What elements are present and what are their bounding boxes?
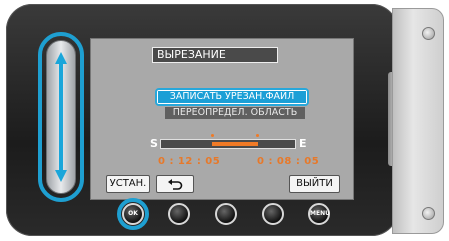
arrow-up-icon bbox=[55, 52, 67, 64]
trim-selection bbox=[212, 142, 258, 146]
exit-button[interactable]: ВЫЙТИ bbox=[289, 175, 340, 193]
hardware-button-2[interactable] bbox=[168, 203, 190, 225]
menu-item-save-trimmed[interactable]: ЗАПИСАТЬ УРЕЗАН.ФАЙЛ bbox=[158, 91, 306, 103]
menu-button[interactable]: MENU bbox=[308, 203, 330, 225]
slider-line bbox=[59, 64, 63, 172]
trim-end-tick bbox=[256, 134, 259, 137]
trim-end-time: 0 : 08 : 05 bbox=[257, 156, 320, 167]
arrow-down-icon bbox=[55, 170, 67, 182]
ok-label: OK bbox=[128, 210, 138, 217]
ok-button[interactable]: OK bbox=[122, 203, 144, 225]
trim-start-tick bbox=[211, 134, 214, 137]
return-arrow-icon bbox=[168, 179, 183, 190]
set-button[interactable]: УСТАН. bbox=[106, 175, 150, 193]
menu-label: MENU bbox=[310, 210, 330, 217]
screw-icon bbox=[422, 27, 435, 40]
screen-title: ВЫРЕЗАНИЕ bbox=[152, 47, 278, 63]
trim-start-time: 0 : 12 : 05 bbox=[158, 156, 221, 167]
menu-item-redefine-area[interactable]: ПЕРЕОПРЕДЕЛ. ОБЛАСТЬ bbox=[165, 107, 305, 119]
trim-start-marker: S bbox=[150, 137, 158, 150]
camera-side-panel bbox=[392, 8, 444, 234]
hardware-button-4[interactable] bbox=[262, 203, 284, 225]
back-button[interactable] bbox=[156, 175, 194, 193]
trim-end-marker: E bbox=[299, 137, 307, 150]
hardware-button-3[interactable] bbox=[215, 203, 237, 225]
screw-icon bbox=[422, 207, 435, 220]
